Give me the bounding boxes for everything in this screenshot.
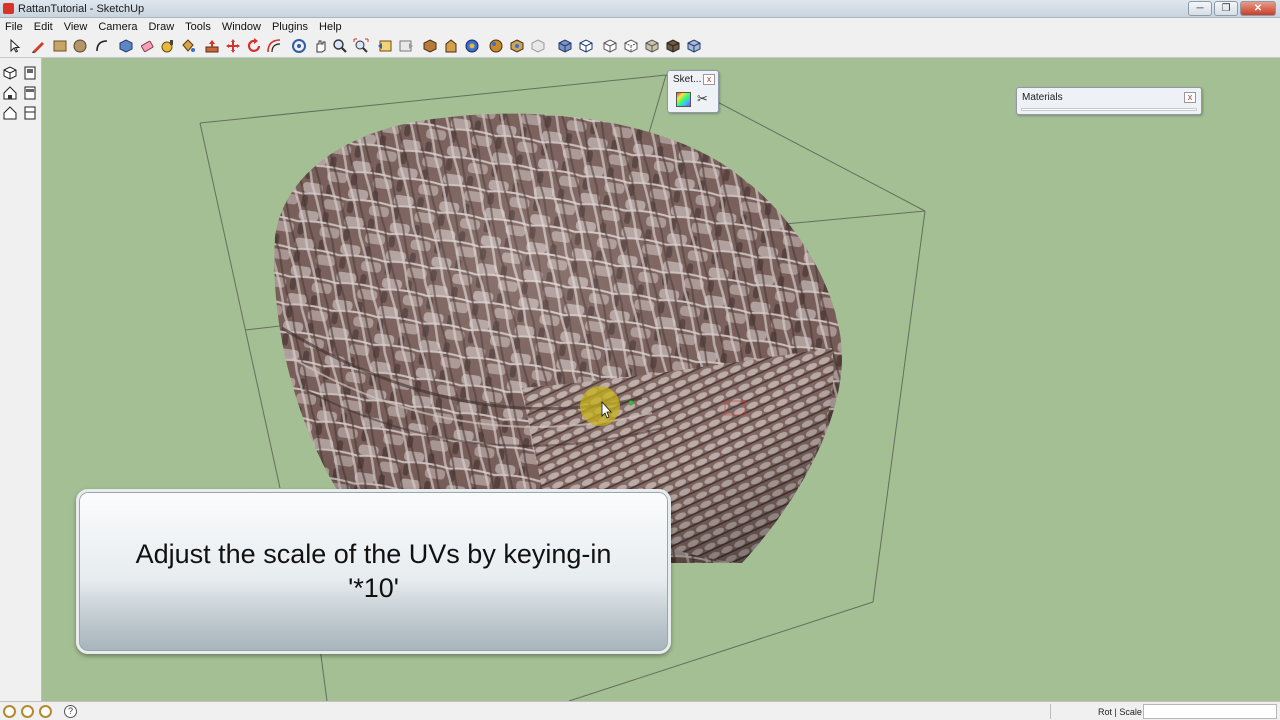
move-icon[interactable] bbox=[225, 38, 241, 54]
green-inference-point bbox=[628, 400, 634, 406]
shaded-textures-icon[interactable] bbox=[665, 38, 681, 54]
main-toolbar bbox=[0, 35, 1280, 58]
title-bar: RattanTutorial - SketchUp ─ ❐ ✕ bbox=[0, 0, 1280, 18]
minimize-button[interactable]: ─ bbox=[1188, 1, 1212, 16]
menu-bar: File Edit View Camera Draw Tools Window … bbox=[0, 18, 1280, 35]
make-component-icon[interactable] bbox=[118, 38, 134, 54]
push-pull-icon[interactable] bbox=[204, 38, 220, 54]
views-toolbar bbox=[0, 58, 42, 701]
help-icon[interactable]: ? bbox=[64, 705, 77, 718]
arc-icon[interactable] bbox=[94, 38, 110, 54]
get-models-icon[interactable] bbox=[422, 38, 438, 54]
palette-title: Sket... bbox=[673, 74, 702, 85]
offset-icon[interactable] bbox=[266, 38, 282, 54]
menu-edit[interactable]: Edit bbox=[34, 21, 53, 33]
cursor-highlight bbox=[580, 386, 620, 426]
scissors-icon[interactable]: ✂ bbox=[697, 91, 708, 107]
credits-icon[interactable] bbox=[21, 705, 34, 718]
materials-close-button[interactable]: x bbox=[1184, 92, 1196, 103]
menu-draw[interactable]: Draw bbox=[148, 21, 174, 33]
back-view-icon[interactable] bbox=[602, 38, 618, 54]
paint-bucket-icon[interactable] bbox=[180, 38, 196, 54]
sketchup-app-icon bbox=[3, 3, 14, 14]
color-swatch-icon[interactable] bbox=[676, 92, 691, 107]
share-component-icon[interactable] bbox=[464, 38, 480, 54]
materials-panel-bar bbox=[1021, 108, 1197, 111]
caption-line-2: '*10' bbox=[348, 573, 399, 603]
iso-view-icon[interactable] bbox=[509, 38, 525, 54]
status-divider bbox=[1050, 704, 1051, 719]
palette-close-button[interactable]: x bbox=[703, 74, 715, 85]
menu-tools[interactable]: Tools bbox=[185, 21, 211, 33]
zoom-extents-icon[interactable] bbox=[353, 38, 369, 54]
orbit-icon[interactable] bbox=[291, 38, 307, 54]
menu-file[interactable]: File bbox=[5, 21, 23, 33]
geolocation-icon[interactable] bbox=[3, 705, 16, 718]
share-model-icon[interactable] bbox=[443, 38, 459, 54]
measurements-label: Rot | Scale bbox=[1098, 707, 1142, 717]
caption-line-1: Adjust the scale of the UVs by keying-in bbox=[135, 539, 612, 569]
restore-button[interactable]: ❐ bbox=[1214, 1, 1238, 16]
right-view-icon[interactable] bbox=[23, 86, 37, 100]
menu-window[interactable]: Window bbox=[222, 21, 261, 33]
eraser-icon[interactable] bbox=[139, 38, 155, 54]
menu-plugins[interactable]: Plugins bbox=[272, 21, 308, 33]
zoom-icon[interactable] bbox=[332, 38, 348, 54]
menu-help[interactable]: Help bbox=[319, 21, 342, 33]
monochrome-icon[interactable] bbox=[686, 38, 702, 54]
front-view-icon[interactable] bbox=[557, 38, 573, 54]
front-view-icon[interactable] bbox=[3, 86, 17, 100]
xray-icon[interactable] bbox=[644, 38, 660, 54]
menu-camera[interactable]: Camera bbox=[98, 21, 137, 33]
menu-view[interactable]: View bbox=[64, 21, 88, 33]
back-view-icon[interactable] bbox=[3, 106, 17, 120]
rotate-icon[interactable] bbox=[246, 38, 262, 54]
status-bar: ? Rot | Scale bbox=[0, 701, 1280, 720]
circle-icon[interactable] bbox=[72, 38, 88, 54]
close-button[interactable]: ✕ bbox=[1240, 1, 1276, 16]
pencil-icon[interactable] bbox=[30, 38, 46, 54]
right-view-icon[interactable] bbox=[578, 38, 594, 54]
materials-title: Materials bbox=[1022, 92, 1063, 103]
left-view-icon[interactable] bbox=[23, 106, 37, 120]
window-title: RattanTutorial - SketchUp bbox=[18, 3, 145, 15]
user-icon[interactable] bbox=[39, 705, 52, 718]
photo-textures-icon[interactable] bbox=[488, 38, 504, 54]
select-icon[interactable] bbox=[6, 38, 22, 54]
sketch-palette[interactable]: Sket... x ✂ bbox=[667, 70, 719, 113]
tape-measure-icon[interactable] bbox=[160, 38, 176, 54]
left-view-icon[interactable] bbox=[623, 38, 639, 54]
next-view-icon[interactable] bbox=[398, 38, 414, 54]
tutorial-caption: Adjust the scale of the UVs by keying-in… bbox=[99, 537, 648, 605]
top-view-icon[interactable] bbox=[530, 38, 546, 54]
top-view-icon[interactable] bbox=[23, 66, 37, 80]
previous-view-icon[interactable] bbox=[377, 38, 393, 54]
window-controls: ─ ❐ ✕ bbox=[1188, 1, 1276, 16]
measurements-input[interactable] bbox=[1143, 704, 1277, 719]
rectangle-icon[interactable] bbox=[52, 38, 68, 54]
pan-icon[interactable] bbox=[312, 38, 328, 54]
iso-view-icon[interactable] bbox=[3, 66, 17, 80]
materials-palette[interactable]: Materials x bbox=[1016, 87, 1202, 115]
tutorial-caption-box: Adjust the scale of the UVs by keying-in… bbox=[76, 489, 671, 654]
